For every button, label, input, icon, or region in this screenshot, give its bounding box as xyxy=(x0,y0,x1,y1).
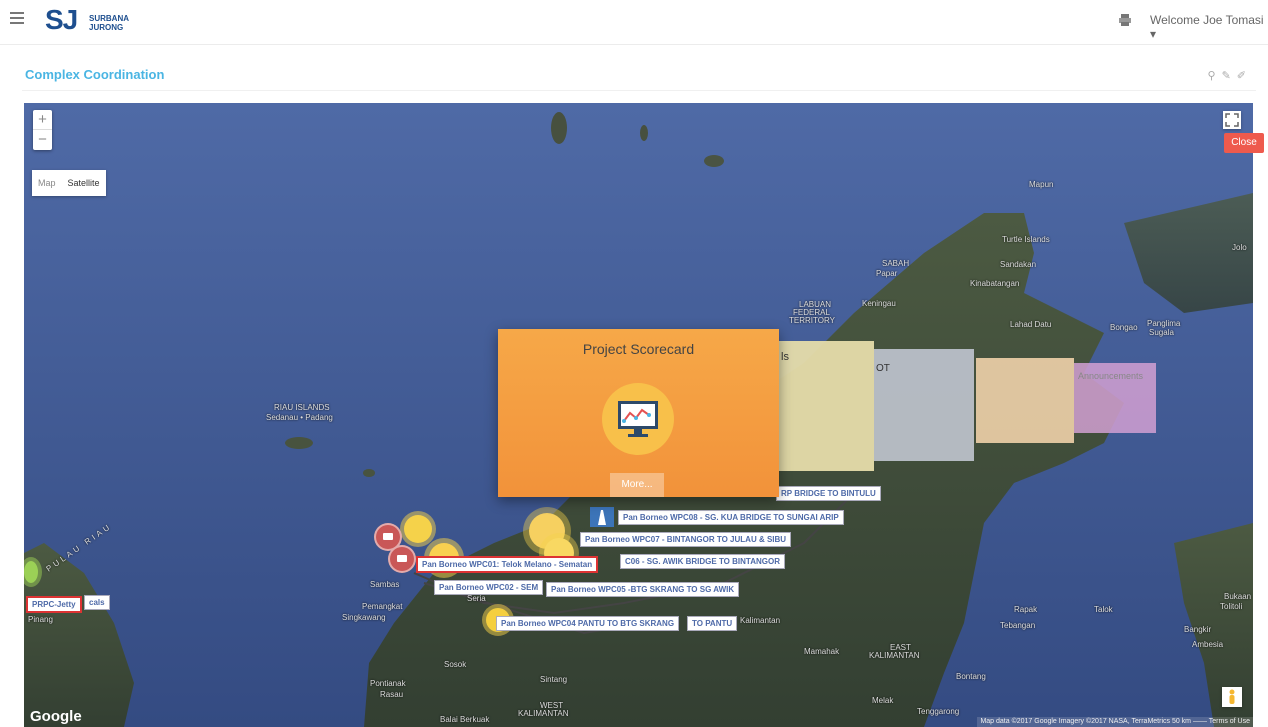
logo-text-line1: SURBANA xyxy=(89,14,129,23)
project-label[interactable]: Pan Borneo WPC02 - SEM xyxy=(434,580,544,595)
project-label[interactable]: TO PANTU xyxy=(687,616,738,631)
edit-icon[interactable]: ✎ xyxy=(1222,70,1237,82)
more-button[interactable]: More... xyxy=(610,473,664,497)
project-label[interactable]: Pan Borneo WPC04 PANTU TO BTG SKRANG xyxy=(496,616,680,631)
place-label: Sosok xyxy=(444,660,467,669)
place-label: Mamahak xyxy=(804,647,840,656)
place-label: KALIMANTAN xyxy=(518,709,569,718)
project-label[interactable]: Pan Borneo WPC01: Telok Melano - Sematan xyxy=(416,556,599,573)
road-marker-icon[interactable] xyxy=(590,507,614,527)
place-label: Bangkir xyxy=(1184,625,1212,634)
place-label: Pemangkat xyxy=(362,602,403,611)
place-label: Papar xyxy=(876,269,898,278)
scorecard-icon xyxy=(602,383,674,455)
place-label: Balai Berkuak xyxy=(440,715,490,724)
place-label: Rasau xyxy=(380,690,404,699)
place-label: Jolo xyxy=(1232,243,1247,252)
logo-text-line2: JURONG xyxy=(89,23,124,32)
place-label: Sandakan xyxy=(1000,260,1037,269)
carousel-card-title: ls xyxy=(781,351,789,363)
place-label: Talok xyxy=(1094,605,1113,614)
place-label: Melak xyxy=(872,696,894,705)
logo-text: SURBANA JURONG xyxy=(89,14,149,32)
project-label[interactable]: Pan Borneo WPC07 - BINTANGOR TO JULAU & … xyxy=(580,532,792,547)
zoom-in-button[interactable]: + xyxy=(33,110,52,130)
place-label: Panglima xyxy=(1147,319,1181,328)
user-menu[interactable]: Welcome Joe Tomasi ▾ xyxy=(1150,13,1268,41)
place-label: Sugala xyxy=(1149,328,1174,337)
project-label[interactable]: Pan Borneo WPC08 - SG. KUA BRIDGE TO SUN… xyxy=(618,510,844,525)
place-label: Turtle Islands xyxy=(1002,235,1050,244)
camera-marker-icon[interactable] xyxy=(388,545,416,573)
project-label[interactable]: RP BRIDGE TO BINTULU xyxy=(776,486,881,501)
place-label: Tenggarong xyxy=(917,707,960,716)
google-logo: Google xyxy=(30,708,82,725)
place-label: Tebangan xyxy=(1000,621,1036,630)
zoom-out-button[interactable]: − xyxy=(33,130,52,150)
place-label: Tolitoli xyxy=(1220,602,1243,611)
place-label: SABAH xyxy=(882,259,910,268)
page-title: Complex Coordination xyxy=(25,67,165,82)
carousel-card-title: Announcements xyxy=(1078,371,1144,381)
street-view-pegman-icon[interactable] xyxy=(1222,687,1242,707)
carousel-card[interactable] xyxy=(976,358,1074,443)
project-label[interactable]: Pan Borneo WPC05 -BTG SKRANG TO SG AWIK xyxy=(546,582,740,597)
place-label: Mapun xyxy=(1029,180,1054,189)
page-title-bar: Complex Coordination ⚲✎✐ xyxy=(22,62,1256,91)
menu-icon[interactable] xyxy=(10,12,24,24)
map-type-control: Map Satellite xyxy=(32,170,106,196)
place-label: Bukaan xyxy=(1224,592,1252,601)
top-navbar: SJ SURBANA JURONG Welcome Joe Tomasi ▾ xyxy=(0,0,1268,45)
zoom-control: + − xyxy=(33,110,52,150)
place-label: Sambas xyxy=(370,580,400,589)
place-label: Sintang xyxy=(540,675,568,684)
carousel-card[interactable]: Announcements xyxy=(1074,363,1156,433)
print-icon[interactable] xyxy=(1118,13,1132,27)
project-label[interactable]: PRPC-Jetty xyxy=(26,596,82,613)
search-icon[interactable]: ⚲ xyxy=(1208,70,1222,82)
project-cluster-marker[interactable] xyxy=(24,561,38,583)
place-label: Kinabatangan xyxy=(970,279,1020,288)
close-button[interactable]: Close xyxy=(1224,133,1264,153)
project-scorecard-card[interactable]: Project Scorecard More... xyxy=(498,329,779,497)
place-label: Lahad Datu xyxy=(1010,320,1052,329)
logo-mark: SJ xyxy=(45,4,78,35)
carousel-card[interactable]: ls xyxy=(779,341,874,471)
place-label: Kalimantan xyxy=(740,616,781,625)
title-tools: ⚲✎✐ xyxy=(1208,69,1253,82)
fullscreen-icon[interactable] xyxy=(1223,111,1241,129)
carousel-card-title: OT xyxy=(876,363,890,374)
carousel-card[interactable]: OT xyxy=(874,349,974,461)
place-label: Seria xyxy=(467,594,486,603)
place-label: RIAU ISLANDS xyxy=(274,403,330,412)
place-label: Bongao xyxy=(1110,323,1138,332)
map-type-satellite-button[interactable]: Satellite xyxy=(62,170,106,196)
map-type-map-button[interactable]: Map xyxy=(32,170,62,196)
pin-icon[interactable]: ✐ xyxy=(1237,70,1252,82)
project-label[interactable]: C06 - SG. AWIK BRIDGE TO BINTANGOR xyxy=(620,554,785,569)
place-label: Pinang xyxy=(28,615,53,624)
place-label: Pontianak xyxy=(370,679,406,688)
place-label: TERRITORY xyxy=(789,316,835,325)
place-label: Bontang xyxy=(956,672,986,681)
place-label: Singkawang xyxy=(342,613,386,622)
place-label: Keningau xyxy=(862,299,896,308)
project-cluster-marker[interactable] xyxy=(404,515,432,543)
place-label: Sedanau • Padang xyxy=(266,413,333,422)
place-label: Rapak xyxy=(1014,605,1038,614)
place-label: KALIMANTAN xyxy=(869,651,920,660)
map-attribution[interactable]: Map data ©2017 Google Imagery ©2017 NASA… xyxy=(977,717,1253,727)
place-label: Ambesia xyxy=(1192,640,1224,649)
project-label[interactable]: cals xyxy=(84,595,110,610)
card-title: Project Scorecard xyxy=(582,341,695,357)
